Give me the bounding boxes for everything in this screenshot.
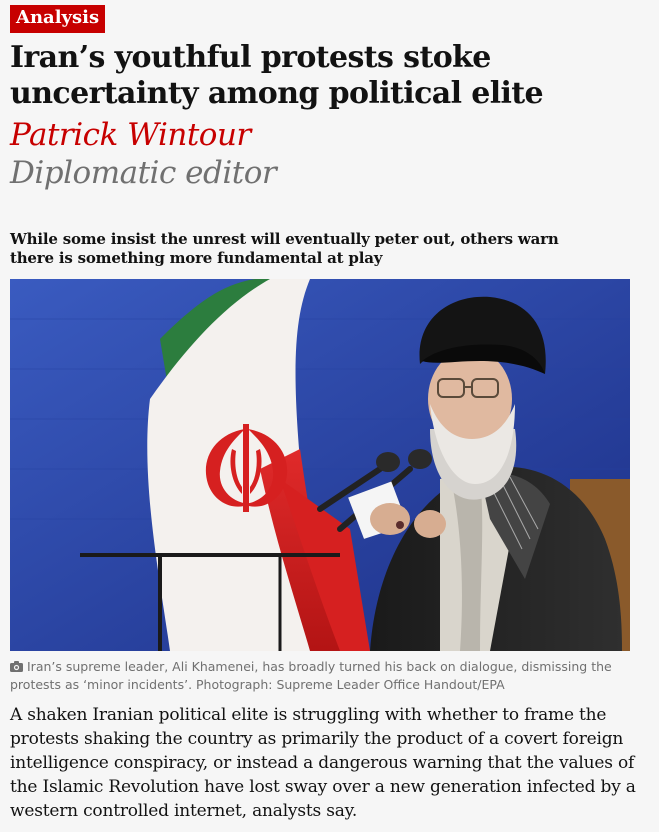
byline-author-link[interactable]: Patrick Wintour [10,116,251,154]
camera-icon [10,659,23,676]
headline: Iran’s youthful protests stoke uncertain… [10,40,544,111]
article-photo [10,279,630,651]
photo-caption: Iran’s supreme leader, Ali Khamenei, has… [10,658,630,693]
photo-illustration [10,279,630,651]
analysis-badge[interactable]: Analysis [10,5,106,33]
standfirst: While some insist the unrest will eventu… [10,230,559,267]
byline-role: Diplomatic editor [10,155,277,191]
article-body: A shaken Iranian political elite is stru… [10,705,636,821]
caption-text: Iran’s supreme leader, Ali Khamenei, has… [10,659,612,692]
